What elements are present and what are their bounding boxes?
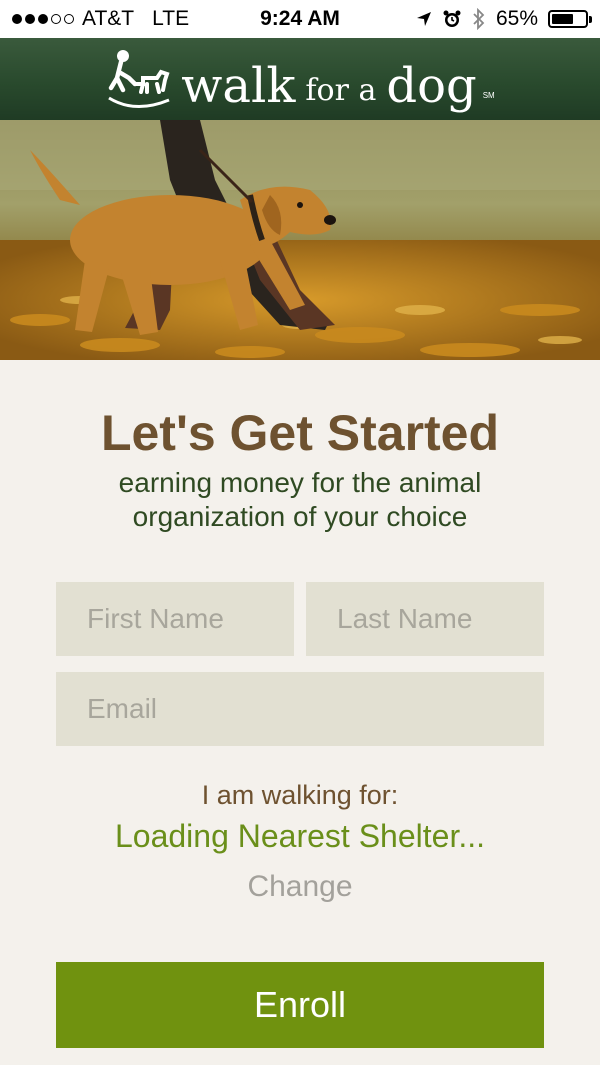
first-name-input[interactable] <box>56 582 294 656</box>
status-bar: AT&T LTE 9:24 AM 65% <box>0 0 600 38</box>
battery-icon <box>548 10 592 28</box>
walking-for-label: I am walking for: <box>201 780 399 810</box>
last-name-input[interactable] <box>306 582 544 656</box>
logo-word-dog: dog <box>386 58 477 114</box>
battery-fill <box>552 14 573 24</box>
page-subtitle: earning money for the animal organizatio… <box>118 467 482 532</box>
logo-word-walk: walk <box>181 58 296 114</box>
hero-image <box>0 120 600 360</box>
enroll-button[interactable]: Enroll <box>56 962 544 1048</box>
dog-walking-photo <box>0 120 600 360</box>
service-mark: SM <box>482 91 495 100</box>
brand-header: walk for a dog SM <box>0 38 600 120</box>
status-right: 65% <box>416 7 592 31</box>
battery-percent: 65% <box>495 7 538 30</box>
alarm-clock-icon <box>443 10 461 27</box>
enroll-form-section: Let's Get Started earning money for the … <box>0 360 600 1065</box>
email-input[interactable] <box>56 672 544 746</box>
bluetooth-icon <box>473 8 485 30</box>
walker-with-dog-icon <box>108 50 170 109</box>
page-title: Let's Get Started <box>100 405 500 461</box>
location-arrow-icon <box>416 12 431 26</box>
walk-for-a-dog-logo: walk for a dog SM <box>105 48 495 114</box>
change-shelter-link[interactable]: Change <box>0 870 600 904</box>
logo-word-for-a: for a <box>305 73 377 108</box>
shelter-status: Loading Nearest Shelter... <box>114 818 485 854</box>
